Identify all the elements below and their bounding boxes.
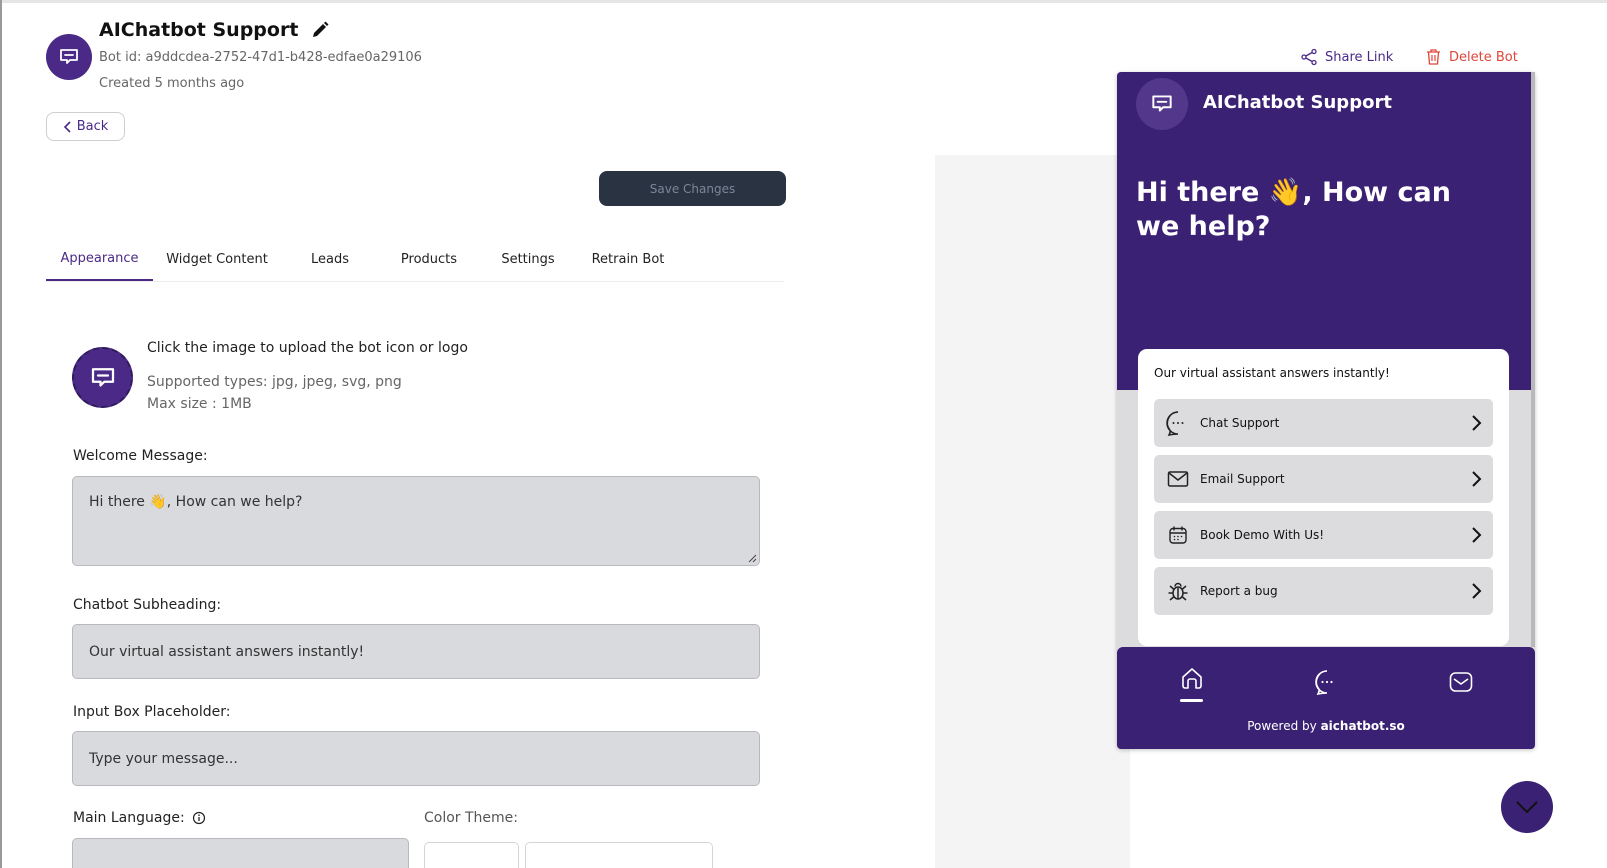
powered-by: Powered by aichatbot.so: [1117, 719, 1535, 733]
input-placeholder-value: Type your message...: [89, 750, 238, 767]
delete-bot-label: Delete Bot: [1449, 49, 1518, 65]
back-button[interactable]: Back: [46, 112, 125, 141]
main-language-select[interactable]: [72, 838, 409, 868]
chevron-right-icon: [1472, 471, 1482, 487]
upload-instructions: Click the image to upload the bot icon o…: [147, 340, 468, 356]
widget-welcome: Hi there 👋, How can we help?: [1136, 177, 1451, 242]
main-language-label: Main Language:: [73, 810, 206, 826]
input-placeholder-input[interactable]: Type your message...: [72, 731, 760, 786]
chatbot-subheading-value: Our virtual assistant answers instantly!: [89, 643, 365, 660]
bot-avatar: [46, 34, 92, 80]
chat-message-icon: [1152, 95, 1172, 112]
widget-title: AIChatbot Support: [1203, 92, 1392, 113]
color-theme-swatch[interactable]: [424, 842, 519, 868]
chatbot-subheading-label: Chatbot Subheading:: [73, 597, 222, 613]
nav-chat[interactable]: [1312, 667, 1342, 697]
welcome-message-textarea[interactable]: Hi there 👋, How can we help?: [72, 476, 760, 566]
powered-by-brand[interactable]: aichatbot.so: [1321, 719, 1405, 733]
tab-leads[interactable]: Leads: [298, 238, 362, 281]
tab-bar: Appearance Widget Content Leads Products…: [46, 238, 784, 282]
widget-subheading: Our virtual assistant answers instantly!: [1154, 366, 1390, 380]
delete-bot-button[interactable]: Delete Bot: [1425, 48, 1518, 66]
bot-title: AIChatbot Support: [99, 19, 330, 41]
left-border: [0, 0, 2, 868]
back-label: Back: [76, 119, 109, 134]
widget-avatar: [1136, 78, 1188, 130]
chat-message-icon: [91, 367, 114, 387]
tab-widget-content[interactable]: Widget Content: [161, 238, 273, 281]
share-link-label: Share Link: [1325, 49, 1394, 65]
trash-icon: [1427, 49, 1440, 65]
widget-scrollbar[interactable]: [1531, 72, 1535, 647]
input-placeholder-label: Input Box Placeholder:: [73, 704, 231, 720]
nav-email[interactable]: [1446, 667, 1476, 697]
active-nav-indicator: [1180, 699, 1203, 702]
option-book-demo[interactable]: Book Demo With Us!: [1154, 511, 1493, 559]
chatbot-subheading-input[interactable]: Our virtual assistant answers instantly!: [72, 624, 760, 679]
option-label: Report a bug: [1200, 584, 1278, 598]
powered-by-prefix: Powered by: [1247, 719, 1317, 733]
option-email-support[interactable]: Email Support: [1154, 455, 1493, 503]
tab-products[interactable]: Products: [393, 238, 465, 281]
option-chat-support[interactable]: Chat Support: [1154, 399, 1493, 447]
share-icon: [1301, 48, 1317, 66]
option-report-bug[interactable]: Report a bug: [1154, 567, 1493, 615]
calendar-icon: [1169, 526, 1187, 544]
chat-widget-preview: AIChatbot Support Hi there 👋, How can we…: [1117, 72, 1535, 749]
chat-bubble-icon: [1166, 411, 1184, 436]
upload-max-size: Max size : 1MB: [147, 396, 252, 412]
bot-id: Bot id: a9ddcdea-2752-47d1-b428-edfae0a2…: [99, 50, 422, 65]
color-theme-input[interactable]: [525, 842, 713, 868]
option-label: Book Demo With Us!: [1200, 528, 1325, 542]
chevron-right-icon: [1472, 415, 1482, 431]
bot-name-text: AIChatbot Support: [99, 19, 299, 41]
option-label: Chat Support: [1200, 416, 1280, 430]
info-icon[interactable]: [192, 811, 206, 825]
option-label: Email Support: [1200, 472, 1285, 486]
main-language-text: Main Language:: [73, 810, 185, 826]
welcome-message-label: Welcome Message:: [73, 448, 208, 464]
chevron-right-icon: [1472, 527, 1482, 543]
created-time: Created 5 months ago: [99, 76, 245, 91]
chat-message-icon: [60, 49, 78, 64]
color-theme-label: Color Theme:: [424, 810, 519, 826]
save-changes-button[interactable]: Save Changes: [599, 171, 786, 206]
chat-bubble-icon: [1315, 670, 1333, 695]
widget-toggle-button[interactable]: [1501, 781, 1553, 833]
upload-supported-types: Supported types: jpg, jpeg, svg, png: [147, 374, 402, 390]
envelope-icon: [1167, 471, 1189, 487]
chevron-down-icon: [1516, 801, 1538, 814]
bot-icon-upload[interactable]: [72, 347, 133, 408]
envelope-icon: [1449, 672, 1473, 692]
share-link-button[interactable]: Share Link: [1300, 48, 1393, 66]
bug-icon: [1168, 582, 1188, 601]
pencil-edit-icon[interactable]: [310, 20, 330, 40]
resize-handle-icon[interactable]: [747, 553, 757, 563]
widget-options-card: Our virtual assistant answers instantly!…: [1138, 349, 1509, 646]
tab-settings[interactable]: Settings: [496, 238, 560, 281]
tab-appearance[interactable]: Appearance: [46, 238, 153, 281]
top-border: [0, 0, 1607, 3]
welcome-message-value: Hi there 👋, How can we help?: [89, 494, 303, 510]
tab-retrain-bot[interactable]: Retrain Bot: [589, 238, 667, 281]
nav-home[interactable]: [1177, 663, 1207, 693]
widget-footer: Powered by aichatbot.so: [1117, 647, 1535, 749]
widget-header: AIChatbot Support Hi there 👋, How can we…: [1117, 72, 1535, 390]
chevron-right-icon: [1472, 583, 1482, 599]
preview-background: [935, 155, 1130, 868]
chevron-left-icon: [63, 120, 71, 133]
home-icon: [1182, 668, 1202, 689]
